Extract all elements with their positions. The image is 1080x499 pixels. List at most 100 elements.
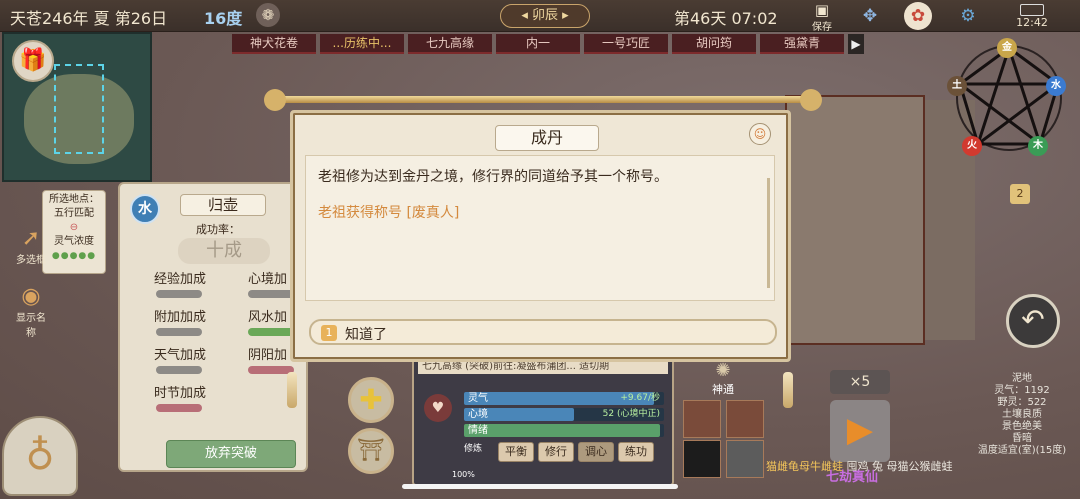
shichen-text: 卯辰: [531, 8, 558, 23]
realm-label: 七劫真仙: [826, 470, 879, 485]
tile-info-line: 景色绝美: [1002, 421, 1042, 432]
tile-info-line: 温度适宜(室)(15度): [977, 445, 1067, 456]
disciple-tab[interactable]: 胡问筠: [672, 34, 756, 54]
disciple-tab[interactable]: 内一: [496, 34, 580, 54]
gift-icon[interactable]: 🎁: [12, 40, 54, 82]
chevron-right-icon[interactable]: ▶: [848, 34, 864, 54]
stat-label: 灵气: [468, 393, 488, 404]
character-header: 七九高缘 (突破)前往:凝盛布蒲团... 适切期: [418, 360, 668, 374]
location-title: 所选地点：: [49, 194, 99, 205]
mode-cultivate-button[interactable]: 修行: [538, 442, 574, 462]
season-bonus-bar: [156, 404, 202, 412]
palette-icon[interactable]: ✿: [904, 2, 932, 30]
tile-info-line: 土壤良质: [1002, 409, 1042, 420]
stat-row: 心境 52 (心境中正): [464, 408, 664, 421]
breakthrough-title: 归壶: [180, 194, 266, 216]
yinyang-bonus-label: 阴阳加: [248, 348, 288, 363]
success-rate: 十成: [178, 238, 270, 264]
option-number: 1: [321, 325, 337, 341]
settings-gear-icon[interactable]: ⚙: [954, 2, 982, 30]
message-bubble[interactable]: 2: [1010, 184, 1030, 204]
swirl-icon: ✺: [715, 360, 731, 381]
water-node: 水: [1046, 76, 1066, 96]
success-rate-label: 成功率：: [196, 223, 240, 236]
tile-info-line: 野灵：522: [997, 397, 1047, 408]
disciple-tab[interactable]: 强黛青: [760, 34, 844, 54]
shentong-button[interactable]: ✺ 神通: [700, 360, 746, 400]
compass-icon[interactable]: ✥: [856, 2, 884, 30]
show-names-button[interactable]: ◉ 显示名称: [12, 284, 50, 339]
mode-title: 修炼: [464, 444, 483, 454]
dialog-message: 老祖修为达到金丹之境，修行界的同道给予其一个称号。: [318, 169, 668, 185]
stat-row: 情绪: [464, 424, 664, 437]
save-label: 保存: [812, 22, 832, 33]
percent-label: 100%: [452, 470, 475, 479]
show-names-label: 显示名称: [16, 313, 46, 339]
eye-icon: ◉: [21, 284, 41, 309]
tile-info-line: 昏暗: [1012, 433, 1032, 444]
mode-mind-button[interactable]: 调心: [578, 442, 614, 462]
mind-bonus-bar: [248, 290, 294, 298]
stat-value: +9.67/秒: [620, 393, 660, 403]
add-icon[interactable]: ✚: [348, 377, 394, 423]
extra-bonus-bar: [156, 328, 202, 336]
mode-train-button[interactable]: 练功: [618, 442, 654, 462]
aura-label: 灵气浓度: [54, 236, 94, 247]
multi-select-button[interactable]: ➚ 多选框: [12, 226, 50, 266]
stat-row: 灵气 +9.67/秒: [464, 392, 664, 405]
gourd-icon[interactable]: ♁: [2, 416, 78, 496]
element-match-label: 五行匹配: [54, 208, 94, 219]
dig-icon[interactable]: [726, 400, 764, 438]
breakthrough-panel: 水 归壶 成功率： 十成 经验加成 心境加 附加加成 风水加 天气加成 阴阳加 …: [118, 182, 308, 472]
disciple-tabs: 神犬花卷 ...历练中... 七九高缘 内一 一号巧匠 胡问筠 强黛青 ▶: [232, 34, 864, 54]
top-bar: 天苍246年 夏 第26日 16度 ❁ ◂ 卯辰 ▸ 第46天 07:02 ▣ 保…: [0, 0, 1080, 33]
disciple-tab[interactable]: ...历练中...: [320, 34, 404, 54]
exp-bonus-bar: [156, 290, 202, 298]
dialog-title: 成丹: [495, 125, 599, 151]
play-icon[interactable]: ▶: [830, 400, 890, 462]
tool-icon[interactable]: [683, 400, 721, 438]
avatar-icon[interactable]: ☺: [749, 123, 771, 145]
tile-info-line: 泥地: [1012, 373, 1032, 384]
acknowledge-option[interactable]: 1 知道了: [309, 319, 777, 345]
clock-text: 12:42: [1016, 16, 1048, 29]
metal-node: 金: [997, 38, 1017, 58]
dialog-body: 老祖修为达到金丹之境，修行界的同道给予其一个称号。 老祖获得称号 [废真人]: [305, 155, 775, 301]
dialog-scrollbar[interactable]: [767, 178, 770, 288]
cursor-icon: ➚: [21, 226, 41, 251]
abandon-breakthrough-button[interactable]: 放弃突破: [166, 440, 296, 468]
fire-node: 火: [962, 136, 982, 156]
season-bonus-label: 时节加成: [154, 386, 207, 401]
disciple-tab[interactable]: 七九高缘: [408, 34, 492, 54]
home-indicator[interactable]: [402, 484, 678, 489]
character-panel: 七九高缘 (突破)前往:凝盛布蒲团... 适切期 灵气 +9.67/秒 心境 5…: [412, 356, 674, 486]
aura-dots: ●●●●●: [51, 251, 97, 261]
tassel-right: [783, 372, 793, 408]
disciple-tab[interactable]: 一号巧匠: [584, 34, 668, 54]
figure-icon[interactable]: [683, 440, 721, 478]
mode-balance-button[interactable]: 平衡: [498, 442, 534, 462]
exp-bonus-label: 经验加成: [154, 272, 207, 287]
temperature: 16度: [204, 9, 243, 28]
back-arrow-icon[interactable]: ↶: [1006, 294, 1060, 348]
water-element-badge: 水: [130, 194, 160, 224]
meditate-icon[interactable]: ⛩: [348, 428, 394, 474]
disciple-tab[interactable]: 神犬花卷: [232, 34, 316, 54]
scroll-shaft: [268, 96, 818, 103]
event-dialog: 成丹 ☺ 老祖修为达到金丹之境，修行界的同道给予其一个称号。 老祖获得称号 [废…: [290, 110, 791, 362]
location-card: 所选地点： 五行匹配 ⊖ 灵气浓度 ●●●●●: [42, 190, 106, 274]
weather-bonus-label: 天气加成: [154, 348, 207, 363]
earth-node: 土: [947, 76, 967, 96]
scroll-cap-right: [800, 89, 822, 111]
speed-indicator[interactable]: ×5: [830, 370, 890, 394]
fengshui-bonus-bar: [248, 328, 294, 336]
minimap-sect-area: [54, 64, 104, 154]
extra-bonus-label: 附加加成: [154, 310, 207, 325]
cog-icon[interactable]: ❁: [256, 3, 280, 27]
save-icon: ▣: [814, 1, 830, 19]
hand-icon[interactable]: [726, 440, 764, 478]
device-clock: 12:42: [1012, 2, 1052, 30]
save-button[interactable]: ▣ 保存: [806, 1, 838, 33]
mind-bonus-label: 心境加: [248, 272, 288, 287]
day-time: 第46天 07:02: [674, 9, 778, 28]
